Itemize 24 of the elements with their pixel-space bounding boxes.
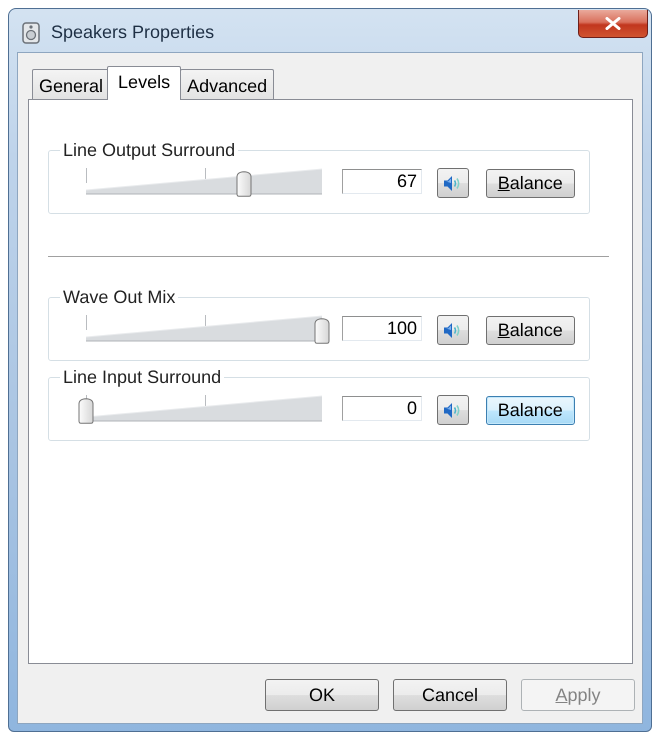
group-label: Wave Out Mix — [62, 287, 176, 307]
slider-thumb[interactable] — [314, 318, 330, 344]
dialog-button[interactable]: OK — [265, 679, 379, 711]
group-label: Line Output Surround — [62, 140, 236, 160]
speaker-button[interactable] — [437, 395, 468, 425]
tab[interactable]: Advanced — [180, 69, 274, 99]
tab[interactable]: Levels — [107, 66, 182, 100]
balance-button[interactable]: Balance — [486, 316, 575, 344]
level-field[interactable]: 67 — [342, 169, 422, 194]
window-title: Speakers Properties — [51, 21, 214, 43]
speaker-button[interactable] — [437, 315, 468, 345]
close-button[interactable] — [578, 10, 648, 38]
speaker-button[interactable] — [437, 168, 468, 198]
balance-button[interactable]: Balance — [486, 168, 575, 198]
close-icon — [605, 17, 621, 30]
dialog-button[interactable]: Cancel — [393, 679, 507, 711]
speaker-box-icon — [22, 22, 40, 44]
balance-button[interactable]: Balance — [486, 396, 575, 424]
group-label: Line Input Surround — [62, 367, 222, 387]
slider-thumb[interactable] — [236, 171, 252, 197]
slider-thumb[interactable] — [78, 398, 94, 424]
dialog-button: Apply — [521, 679, 635, 711]
level-field[interactable]: 100 — [342, 316, 422, 341]
level-field[interactable]: 0 — [342, 396, 422, 421]
